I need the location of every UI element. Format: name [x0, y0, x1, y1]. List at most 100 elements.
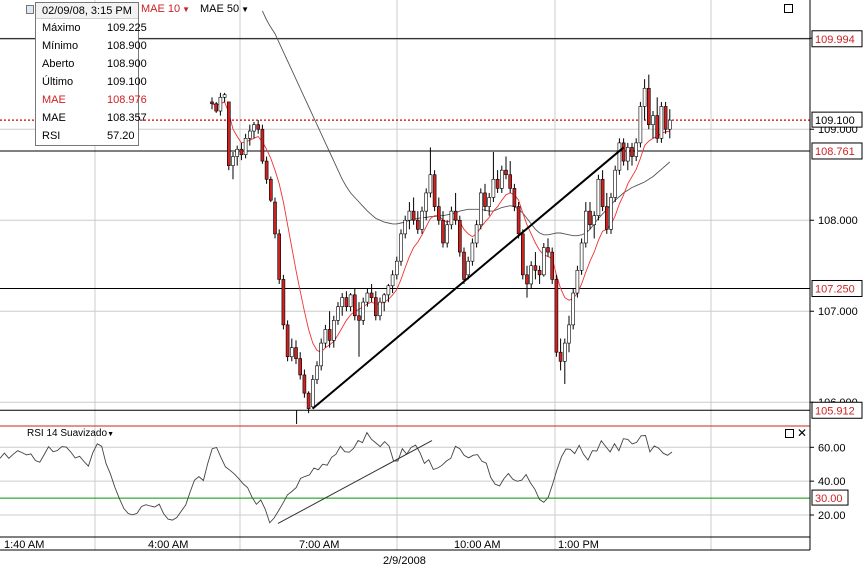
candle-body	[365, 292, 370, 303]
data-window-value: 57.20	[107, 130, 135, 142]
rsi-tick-label: 40.00	[818, 476, 846, 488]
candle-body	[268, 178, 273, 201]
candle-body	[646, 87, 651, 125]
rsi-tick-label: 20.00	[818, 510, 846, 522]
candle-body	[592, 215, 597, 226]
candle-body	[546, 247, 550, 253]
data-window-row: Último 109.100	[36, 73, 147, 91]
candle-body	[571, 292, 576, 326]
candle-body	[445, 224, 450, 244]
candle-body	[294, 347, 298, 359]
time-tick-label: 1:40 AM	[4, 539, 44, 551]
candle-body	[579, 242, 584, 271]
candle-body	[222, 94, 227, 98]
candle-body	[411, 210, 416, 221]
candle-body	[432, 174, 437, 207]
candle-body	[344, 297, 349, 307]
candle-body	[420, 210, 424, 230]
candle-body	[541, 247, 546, 276]
mae50-legend-label: MAE 50	[200, 3, 240, 15]
candle-body	[512, 188, 517, 207]
data-window-value: 109.100	[107, 76, 147, 88]
mae50-legend[interactable]: MAE 50 ▼	[200, 3, 249, 15]
last-price-label: 109.100	[815, 115, 855, 127]
level-label: 109.994	[815, 34, 855, 46]
maximize-price-panel-icon[interactable]	[784, 4, 793, 13]
candle-body	[361, 301, 366, 321]
candle-body	[323, 329, 328, 344]
data-window-row: MAE 108.976	[36, 91, 147, 109]
chart-icon[interactable]	[26, 5, 34, 14]
candle-body	[550, 251, 555, 280]
candle-body	[390, 274, 395, 287]
candle-body	[583, 210, 588, 244]
candle-body	[634, 142, 639, 157]
candle-body	[630, 147, 634, 157]
candle-body	[575, 269, 580, 294]
level-label: 108.761	[815, 146, 855, 158]
candle-body	[382, 294, 387, 303]
data-window-header: 02/09/08, 3:15 PM	[36, 3, 138, 19]
level-label: 105.912	[815, 405, 855, 417]
candle-body	[302, 374, 307, 394]
candle-body	[340, 297, 345, 307]
mae50-line	[261, 10, 671, 237]
data-window-rows: Máximo 109.225 Mínimo 108.900 Aberto 108.900 Ú…	[36, 19, 147, 145]
candle-body	[214, 103, 218, 112]
maximize-rsi-panel-icon[interactable]	[785, 429, 794, 438]
candle-body	[638, 106, 643, 144]
candle-body	[415, 219, 420, 230]
candle-body	[651, 115, 655, 125]
candle-body	[478, 192, 483, 226]
chevron-down-icon: ▼	[241, 5, 250, 14]
candle-body	[470, 242, 475, 262]
mae10-line	[211, 101, 670, 353]
candle-body	[525, 274, 529, 285]
candle-body	[655, 115, 660, 139]
candle-body	[394, 260, 399, 276]
candle-body	[499, 169, 504, 189]
candle-body	[491, 178, 496, 198]
candle-body	[231, 156, 235, 166]
candle-body	[621, 142, 626, 162]
candle-body	[466, 260, 471, 276]
mae10-legend[interactable]: MAE 10 ▼	[141, 3, 190, 15]
candle-body	[352, 294, 357, 317]
data-window-row: Aberto 108.900	[36, 55, 147, 73]
candle-body	[210, 101, 214, 105]
data-window-value: 109.225	[107, 22, 147, 34]
candle-body	[453, 210, 458, 221]
candle-body	[495, 178, 500, 189]
data-window-label: RSI	[42, 130, 61, 142]
data-window-label: Aberto	[42, 58, 75, 70]
candle-body	[252, 124, 256, 132]
candle-body	[554, 279, 559, 353]
candle-body	[373, 297, 378, 317]
candle-body	[407, 210, 412, 221]
candle-body	[260, 128, 265, 162]
candle-body	[357, 315, 361, 321]
data-window-row: MAE 108.357	[36, 109, 147, 127]
data-window-value: 108.900	[107, 40, 147, 52]
candle-body	[378, 301, 382, 317]
candle-body	[319, 342, 324, 367]
candle-body	[449, 210, 454, 226]
candle-body	[424, 192, 429, 212]
candle-body	[508, 174, 513, 189]
data-window-value: 108.357	[107, 112, 147, 124]
candle-body	[537, 269, 542, 276]
candle-body	[348, 294, 353, 307]
candle-body	[642, 87, 647, 107]
candle-body	[625, 147, 630, 162]
data-window-value: 108.976	[107, 94, 147, 106]
candle-body	[281, 279, 286, 326]
data-window-row: Máximo 109.225	[36, 19, 147, 37]
candle-body	[663, 106, 668, 130]
candle-body	[462, 251, 466, 280]
candle-body	[248, 130, 252, 139]
candle-body	[227, 101, 231, 166]
rsi-legend[interactable]: RSI 14 Suavizado▼	[27, 428, 114, 439]
time-tick-label: 1:00 PM	[558, 539, 599, 551]
close-icon[interactable]: ✕	[797, 427, 807, 439]
candle-body	[289, 347, 294, 358]
